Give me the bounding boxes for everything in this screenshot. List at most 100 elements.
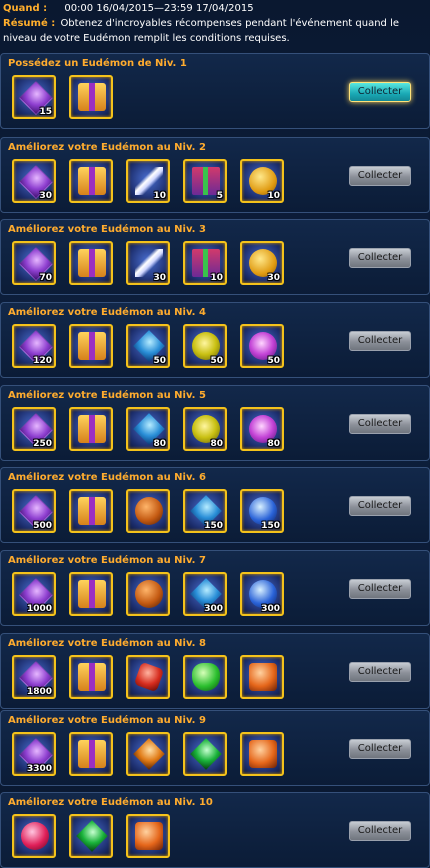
reward-tier-panel: Améliorez votre Eudémon au Niv. 6 500 150 1…: [0, 467, 430, 543]
reward-item-slot[interactable]: 150: [240, 489, 284, 533]
reward-item-slot[interactable]: [126, 572, 170, 616]
reward-item-slot[interactable]: [240, 732, 284, 776]
collect-button[interactable]: Collecter: [349, 821, 411, 841]
reward-item-slot[interactable]: [69, 159, 113, 203]
reward-item-slot[interactable]: [69, 75, 113, 119]
reward-item-slot[interactable]: 30: [240, 241, 284, 285]
tier-title: Améliorez votre Eudémon au Niv. 5: [8, 390, 206, 401]
treasure-chest-icon: [78, 740, 106, 768]
collect-button[interactable]: Collecter: [349, 579, 411, 599]
reward-item-slot[interactable]: [69, 407, 113, 451]
reward-item-slot[interactable]: 10: [183, 241, 227, 285]
reward-item-slot[interactable]: 500: [12, 489, 56, 533]
emerald-gem-icon: [190, 738, 222, 770]
reward-item-slot[interactable]: 150: [183, 489, 227, 533]
reward-item-count: 15: [39, 107, 52, 117]
reward-item-count: 50: [210, 356, 223, 366]
treasure-chest-icon: [78, 83, 106, 111]
reward-item-slot[interactable]: 1800: [12, 655, 56, 699]
reward-item-count: 120: [33, 356, 52, 366]
collect-button[interactable]: Collecter: [349, 82, 411, 102]
reward-item-slot[interactable]: [69, 655, 113, 699]
treasure-chest-icon: [78, 663, 106, 691]
reward-item-count: 30: [153, 273, 166, 283]
reward-item-count: 80: [153, 439, 166, 449]
treasure-chest-icon: [78, 497, 106, 525]
reward-item-slot[interactable]: 30: [12, 159, 56, 203]
reward-item-count: 250: [33, 439, 52, 449]
treasure-chest-icon: [78, 580, 106, 608]
reward-item-slot[interactable]: 80: [183, 407, 227, 451]
reward-item-slot[interactable]: 250: [12, 407, 56, 451]
when-label: Quand :: [3, 3, 48, 14]
collect-button[interactable]: Collecter: [349, 414, 411, 434]
reward-item-count: 10: [267, 191, 280, 201]
collect-button[interactable]: Collecter: [349, 248, 411, 268]
reward-tier-panel: Améliorez votre Eudémon au Niv. 5 250 80 80…: [0, 385, 430, 461]
reward-item-slot[interactable]: 30: [126, 241, 170, 285]
reward-item-slot[interactable]: [183, 655, 227, 699]
reward-tier-panel: Possédez un Eudémon de Niv. 1 15 Collecter: [0, 53, 430, 129]
collect-button[interactable]: Collecter: [349, 331, 411, 351]
reward-tier-panel: Améliorez votre Eudémon au Niv. 7 1000 300…: [0, 550, 430, 626]
reward-item-slot[interactable]: 80: [240, 407, 284, 451]
reward-item-slot[interactable]: [69, 489, 113, 533]
treasure-chest-icon: [78, 415, 106, 443]
reward-item-slot[interactable]: [69, 732, 113, 776]
reward-item-slot[interactable]: 10: [240, 159, 284, 203]
reward-item-slot[interactable]: 1000: [12, 572, 56, 616]
reward-item-count: 10: [153, 191, 166, 201]
reward-item-slot[interactable]: 15: [12, 75, 56, 119]
reward-item-slot[interactable]: 10: [126, 159, 170, 203]
reward-item-slot[interactable]: [126, 489, 170, 533]
reward-item-slot[interactable]: 300: [183, 572, 227, 616]
reward-item-slot[interactable]: [69, 324, 113, 368]
reward-item-count: 500: [33, 521, 52, 531]
event-rewards-page: Quand : 00:00 16/04/2015—23:59 17/04/201…: [0, 0, 430, 868]
tier-title: Améliorez votre Eudémon au Niv. 3: [8, 224, 206, 235]
reward-item-count: 5: [216, 191, 223, 201]
reward-item-slot[interactable]: [69, 814, 113, 858]
red-crystal-icon: [133, 661, 165, 693]
reward-item-slot[interactable]: 300: [240, 572, 284, 616]
reward-item-count: 150: [261, 521, 280, 531]
reward-item-slot[interactable]: 50: [126, 324, 170, 368]
reward-item-slot[interactable]: [240, 655, 284, 699]
tier-title: Améliorez votre Eudémon au Niv. 9: [8, 715, 206, 726]
reward-item-count: 30: [267, 273, 280, 283]
reward-item-slot[interactable]: 50: [183, 324, 227, 368]
reward-item-slot[interactable]: 80: [126, 407, 170, 451]
reward-item-slot[interactable]: [69, 572, 113, 616]
reward-item-slot[interactable]: [183, 732, 227, 776]
when-value: 00:00 16/04/2015—23:59 17/04/2015: [64, 3, 254, 14]
tier-title: Possédez un Eudémon de Niv. 1: [8, 58, 187, 69]
collect-button[interactable]: Collecter: [349, 166, 411, 186]
reward-item-slot[interactable]: [126, 655, 170, 699]
tier-title: Améliorez votre Eudémon au Niv. 2: [8, 142, 206, 153]
reward-item-slot[interactable]: [12, 814, 56, 858]
reward-item-count: 300: [204, 604, 223, 614]
reward-item-slot[interactable]: 5: [183, 159, 227, 203]
collect-button[interactable]: Collecter: [349, 496, 411, 516]
reward-item-slot[interactable]: 3300: [12, 732, 56, 776]
tier-title: Améliorez votre Eudémon au Niv. 8: [8, 638, 206, 649]
collect-button[interactable]: Collecter: [349, 739, 411, 759]
event-header: Quand : 00:00 16/04/2015—23:59 17/04/201…: [0, 0, 430, 50]
reward-item-slot[interactable]: 120: [12, 324, 56, 368]
reward-item-slot[interactable]: [69, 241, 113, 285]
reward-item-slot[interactable]: 70: [12, 241, 56, 285]
reward-item-count: 10: [210, 273, 223, 283]
reward-item-slot[interactable]: 50: [240, 324, 284, 368]
tier-title: Améliorez votre Eudémon au Niv. 7: [8, 555, 206, 566]
reward-item-count: 3300: [26, 764, 52, 774]
reward-item-slot[interactable]: [126, 814, 170, 858]
reward-item-count: 50: [153, 356, 166, 366]
green-crystal-icon: [192, 663, 220, 691]
ruby-gem-icon: [21, 822, 49, 850]
reward-item-slot[interactable]: [126, 732, 170, 776]
treasure-chest-icon: [78, 249, 106, 277]
reward-tier-panel: Améliorez votre Eudémon au Niv. 8 1800 Col…: [0, 633, 430, 709]
orange-crystal-icon: [249, 663, 277, 691]
collect-button[interactable]: Collecter: [349, 662, 411, 682]
reward-tier-panel: Améliorez votre Eudémon au Niv. 9 3300 Col…: [0, 710, 430, 786]
